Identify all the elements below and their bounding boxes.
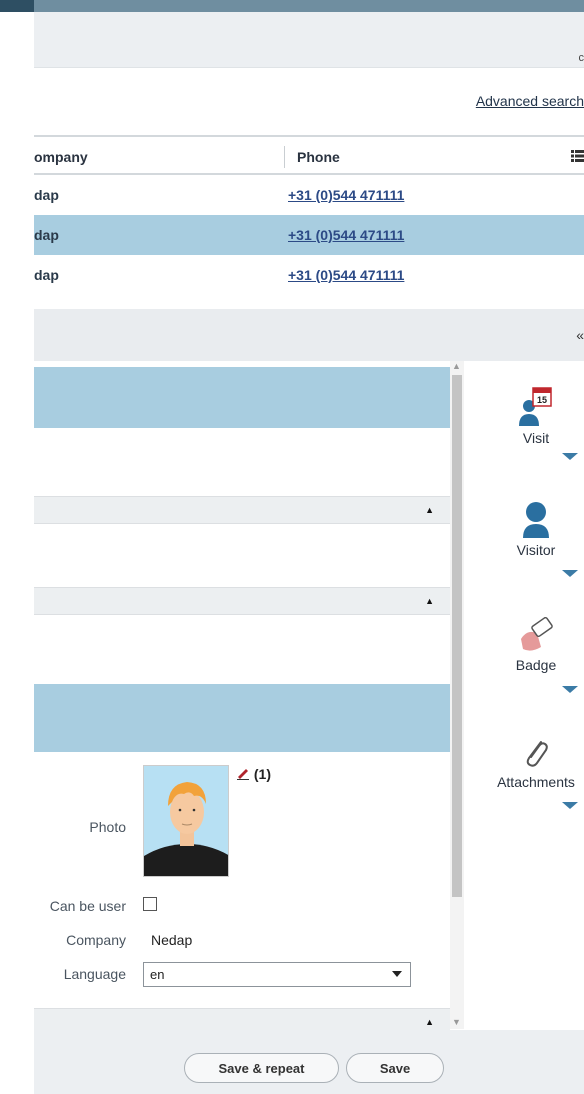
cell-company: dap <box>34 227 59 243</box>
collapse-triangle-icon[interactable]: ▲ <box>425 1017 434 1027</box>
chevron-down-icon[interactable] <box>392 971 402 977</box>
top-bar-accent <box>0 0 34 12</box>
table-row-selected[interactable]: dap +31 (0)544 471111 <box>34 215 584 255</box>
form-group-header[interactable]: ▲ <box>34 587 450 615</box>
scroll-thumb[interactable] <box>452 375 462 897</box>
photo-edit[interactable]: (1) <box>236 766 271 782</box>
grid-header: ompany Phone <box>34 135 584 175</box>
language-selected-value: en <box>150 967 165 982</box>
can-be-user-label: Can be user <box>49 898 126 914</box>
visitor-photo[interactable] <box>143 765 229 877</box>
cell-company: dap <box>34 267 59 283</box>
collapse-triangle-icon[interactable]: ▲ <box>425 596 434 606</box>
collapse-triangle-icon[interactable]: ▲ <box>425 505 434 515</box>
side-item-badge[interactable]: Badge <box>486 617 584 673</box>
column-chooser-icon[interactable] <box>571 150 584 162</box>
paperclip-icon <box>526 741 548 767</box>
person-icon <box>523 502 549 538</box>
cell-phone-link[interactable]: +31 (0)544 471111 <box>288 227 404 243</box>
photo-count: (1) <box>253 766 272 782</box>
form-group-header[interactable]: ▲ <box>34 496 450 524</box>
advanced-search-link[interactable]: Advanced search <box>476 93 584 109</box>
column-header-company[interactable]: ompany <box>34 149 88 165</box>
side-item-visitor[interactable]: Visitor <box>486 500 584 558</box>
side-item-label: Badge <box>515 657 557 673</box>
side-item-attachments[interactable]: Attachments <box>486 736 584 790</box>
save-button[interactable]: Save <box>346 1053 444 1083</box>
pencil-icon[interactable] <box>236 766 250 780</box>
detail-section-header: « <box>34 309 584 361</box>
side-item-label: Visit <box>522 430 550 446</box>
results-grid: ompany Phone dap +31 (0)544 471111 dap +… <box>34 135 584 295</box>
can-be-user-checkbox[interactable] <box>143 897 157 911</box>
photo-label: Photo <box>89 819 126 835</box>
toolbar-strip: c <box>34 12 584 68</box>
chevron-down-icon[interactable] <box>562 570 578 577</box>
chevron-down-icon[interactable] <box>562 686 578 693</box>
save-repeat-button[interactable]: Save & repeat <box>184 1053 339 1083</box>
chevron-down-icon[interactable] <box>562 802 578 809</box>
scroll-down-icon[interactable]: ▼ <box>452 1017 461 1027</box>
collapse-panel-icon[interactable]: « <box>576 327 584 343</box>
side-item-label: Visitor <box>516 542 556 558</box>
cell-phone-link[interactable]: +31 (0)544 471111 <box>288 267 404 283</box>
company-label: Company <box>66 932 126 948</box>
language-select[interactable]: en <box>143 962 411 987</box>
side-item-visit[interactable]: 15 Visit <box>486 386 584 446</box>
toolbar-glyph[interactable]: c <box>579 52 584 64</box>
scroll-up-icon[interactable]: ▲ <box>452 361 461 371</box>
column-header-phone[interactable]: Phone <box>297 149 340 165</box>
column-separator[interactable] <box>284 146 285 168</box>
language-label: Language <box>63 966 126 982</box>
table-row[interactable]: dap +31 (0)544 471111 <box>34 175 584 215</box>
company-value: Nedap <box>151 932 193 948</box>
calendar-day: 15 <box>537 395 547 405</box>
form-band-middle <box>34 684 450 752</box>
avatar <box>144 766 228 876</box>
form-band-top <box>34 367 450 428</box>
side-item-label: Attachments <box>497 774 575 790</box>
badge-card-icon <box>521 617 553 651</box>
table-row[interactable]: dap +31 (0)544 471111 <box>34 255 584 295</box>
top-bar <box>0 0 584 12</box>
chevron-down-icon[interactable] <box>562 453 578 460</box>
form-scrollbar[interactable]: ▲ ▼ <box>450 361 464 1029</box>
calendar-person-icon: 15 <box>519 387 552 426</box>
cell-phone-link[interactable]: +31 (0)544 471111 <box>288 187 404 203</box>
cell-company: dap <box>34 187 59 203</box>
